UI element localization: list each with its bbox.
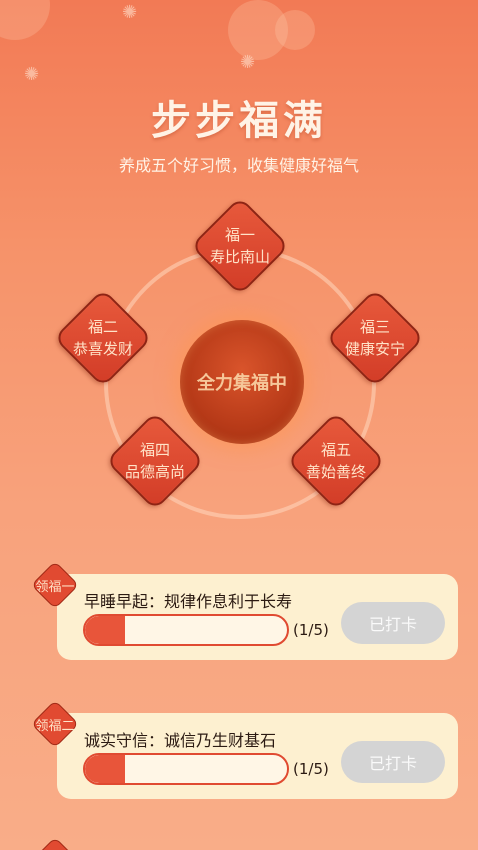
task-progress-bar (83, 614, 289, 646)
task-tag-partial (30, 836, 80, 850)
firework-icon: ✺ (240, 52, 256, 73)
fortune-item-2[interactable]: 福二 恭喜发财 (53, 288, 153, 388)
task-title: 早睡早起：规律作息利于长寿 (84, 592, 293, 611)
checked-in-button[interactable]: 已打卡 (341, 741, 445, 783)
fortune-name: 福五 (320, 441, 351, 459)
fortune-item-5[interactable]: 福五 善始善终 (286, 411, 386, 511)
task-tag: 领福二 (30, 699, 80, 749)
progress-fill (85, 616, 126, 644)
fortune-desc: 健康安宁 (344, 340, 405, 358)
task-progress-bar (83, 753, 289, 785)
page-subtitle: 养成五个好习惯，收集健康好福气 (118, 156, 359, 175)
fortune-item-1[interactable]: 福一 寿比南山 (190, 196, 290, 296)
task-card: 早睡早起：规律作息利于长寿 (1/5) 已打卡 (57, 574, 458, 660)
decor-circle-top-left (0, 0, 50, 40)
center-label: 全力集福中 (197, 373, 287, 394)
firework-icon: ✺ (122, 2, 138, 23)
fortune-name: 福一 (224, 226, 255, 244)
tag-label: 领福一 (35, 579, 75, 595)
page-title: 步步福满 (151, 97, 327, 144)
fortune-name: 福三 (359, 318, 390, 336)
fortune-name: 福二 (87, 318, 118, 336)
fortune-item-4[interactable]: 福四 品德高尚 (105, 411, 205, 511)
tag-label: 领福二 (35, 718, 75, 734)
tag-badge (30, 836, 80, 850)
fortune-desc: 恭喜发财 (72, 340, 133, 358)
task-card: 诚实守信：诚信乃生财基石 (1/5) 已打卡 (57, 713, 458, 799)
task-progress-text: (1/5) (293, 621, 329, 639)
fortune-name: 福四 (139, 441, 170, 459)
firework-icon: ✺ (24, 64, 40, 85)
task-title: 诚实守信：诚信乃生财基石 (84, 731, 277, 750)
task-tag: 领福一 (30, 560, 80, 610)
fortune-desc: 善始善终 (305, 463, 366, 481)
fortune-item-3[interactable]: 福三 健康安宁 (325, 288, 425, 388)
fortune-desc: 品德高尚 (124, 463, 185, 481)
progress-fill (85, 755, 126, 783)
checked-in-button[interactable]: 已打卡 (341, 602, 445, 644)
task-progress-text: (1/5) (293, 760, 329, 778)
decor-circle-right (275, 10, 315, 50)
fortune-desc: 寿比南山 (209, 248, 270, 266)
